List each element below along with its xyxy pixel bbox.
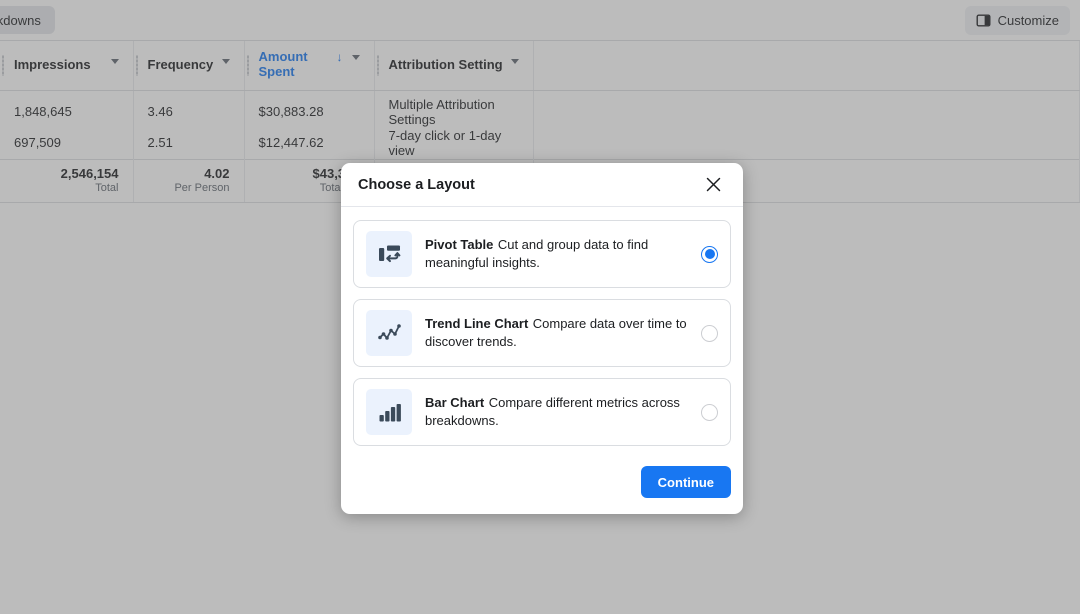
close-icon[interactable] [700,172,726,198]
dialog-header: Choose a Layout [341,163,743,207]
layout-option-title: Bar Chart [425,395,485,410]
bar-chart-icon [366,389,412,435]
layout-option-radio[interactable] [701,245,718,263]
layout-option-bar-chart[interactable]: Bar Chart Compare different metrics acro… [353,378,731,446]
continue-button[interactable]: Continue [640,466,731,498]
layout-option-title: Pivot Table [425,237,494,252]
layout-option-trend-line-chart[interactable]: Trend Line Chart Compare data over time … [353,299,731,367]
dialog-body: Pivot Table Cut and group data to find m… [341,207,743,446]
pivot-table-icon [366,231,412,277]
layout-option-radio[interactable] [701,324,718,342]
layout-option-pivot-table[interactable]: Pivot Table Cut and group data to find m… [353,220,731,288]
choose-layout-dialog: Choose a Layout Pivot Table Cut and grou… [341,163,743,514]
trend-line-chart-icon [366,310,412,356]
layout-option-title: Trend Line Chart [425,316,529,331]
dialog-footer: Continue [341,457,743,514]
dialog-title: Choose a Layout [358,176,475,193]
app-root: reakdowns Customize [0,0,1080,614]
layout-option-radio[interactable] [701,403,718,421]
